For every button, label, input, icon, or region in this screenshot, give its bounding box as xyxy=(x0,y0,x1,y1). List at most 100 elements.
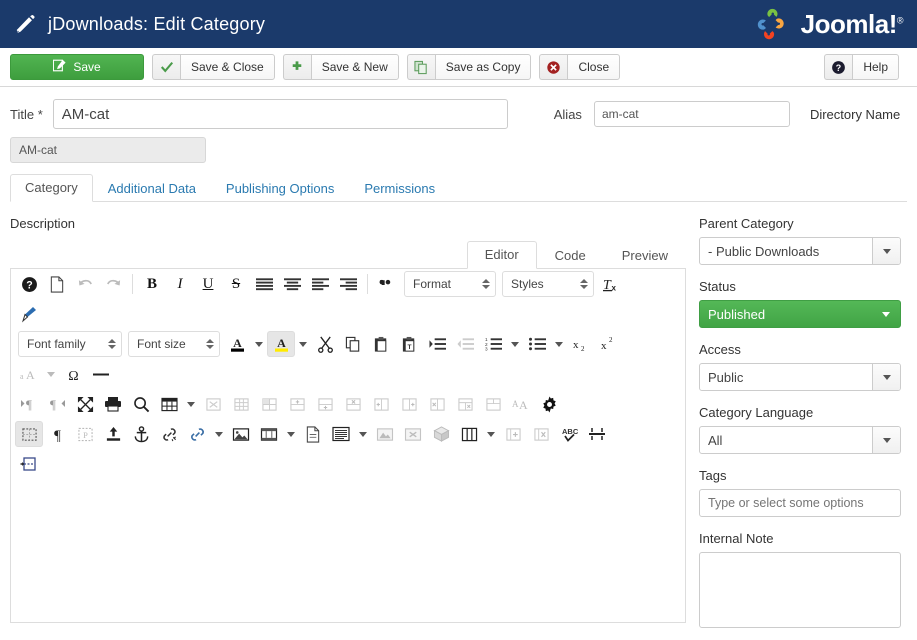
redo-icon[interactable] xyxy=(99,271,127,297)
internal-note-textarea[interactable] xyxy=(699,552,901,628)
tab-publishing-options[interactable]: Publishing Options xyxy=(211,175,349,202)
insert-readmore-icon[interactable] xyxy=(15,451,43,477)
media-dropdown-icon[interactable] xyxy=(283,421,299,447)
fullscreen-icon[interactable] xyxy=(71,391,99,417)
paste-as-text-icon[interactable]: T xyxy=(395,331,423,357)
page-break-icon[interactable] xyxy=(583,421,611,447)
insert-placeholder-icon[interactable]: P xyxy=(71,421,99,447)
delete-column-icon[interactable] xyxy=(423,391,451,417)
title-input[interactable] xyxy=(52,99,508,129)
columns-layout-icon[interactable] xyxy=(455,421,483,447)
text-color-dropdown-icon[interactable] xyxy=(251,331,267,357)
insert-column-before-icon[interactable] xyxy=(367,391,395,417)
save-as-new-button[interactable]: Save & New xyxy=(310,54,399,80)
tab-additional-data[interactable]: Additional Data xyxy=(93,175,211,202)
undo-icon[interactable] xyxy=(71,271,99,297)
ltr-direction-icon[interactable]: ¶ xyxy=(15,391,43,417)
delete-row-icon[interactable] xyxy=(339,391,367,417)
editor-content-area[interactable] xyxy=(11,479,685,611)
merge-cells-icon[interactable] xyxy=(479,391,507,417)
save-copy-button-group[interactable]: Save as Copy xyxy=(406,54,532,80)
parent-category-select[interactable]: - Public Downloads xyxy=(699,237,901,265)
tab-permissions[interactable]: Permissions xyxy=(349,175,450,202)
align-left-icon[interactable] xyxy=(306,271,334,297)
font-size-select[interactable]: Font size xyxy=(128,331,220,357)
print-icon[interactable] xyxy=(99,391,127,417)
remove-column-icon[interactable] xyxy=(527,421,555,447)
save-button-group[interactable]: Save xyxy=(10,54,144,80)
outdent-icon[interactable] xyxy=(451,331,479,357)
paste-icon[interactable] xyxy=(367,331,395,357)
copy-icon[interactable] xyxy=(339,331,367,357)
link-icon[interactable] xyxy=(183,421,211,447)
save-close-button-group[interactable]: Save & Close xyxy=(152,54,275,80)
background-color-icon[interactable]: A xyxy=(267,331,295,357)
show-borders-icon[interactable] xyxy=(15,421,43,447)
text-case-icon[interactable]: aA xyxy=(15,361,43,387)
insert-image-icon[interactable] xyxy=(227,421,255,447)
save-new-button-group[interactable]: Save & New xyxy=(282,54,399,80)
styles-select[interactable]: Styles xyxy=(502,271,594,297)
numbered-list-icon[interactable]: 123 xyxy=(479,331,507,357)
image-manager-icon[interactable] xyxy=(371,421,399,447)
rtl-direction-icon[interactable]: ¶ xyxy=(43,391,71,417)
insert-page-icon[interactable] xyxy=(299,421,327,447)
columns-dropdown-icon[interactable] xyxy=(483,421,499,447)
help-button[interactable]: Help xyxy=(852,54,899,80)
access-select[interactable]: Public xyxy=(699,363,901,391)
insert-column-icon[interactable] xyxy=(499,421,527,447)
font-family-select[interactable]: Font family xyxy=(18,331,122,357)
indent-icon[interactable] xyxy=(423,331,451,357)
tab-preview[interactable]: Preview xyxy=(604,242,686,269)
close-button[interactable]: Close xyxy=(567,54,621,80)
module-box-icon[interactable] xyxy=(427,421,455,447)
blockquote-icon[interactable] xyxy=(373,271,401,297)
tags-input[interactable] xyxy=(699,489,901,517)
source-code-dropdown-icon[interactable] xyxy=(355,421,371,447)
source-code-icon[interactable] xyxy=(327,421,355,447)
help-button-group[interactable]: ? Help xyxy=(824,54,899,80)
category-language-select[interactable]: All xyxy=(699,426,901,454)
insert-table-icon[interactable] xyxy=(155,391,183,417)
text-color-icon[interactable]: A xyxy=(223,331,251,357)
status-select[interactable]: Published xyxy=(699,300,901,328)
tab-category[interactable]: Category xyxy=(10,174,93,202)
help-icon[interactable]: ? xyxy=(15,271,43,297)
align-right-icon[interactable] xyxy=(334,271,362,297)
link-dropdown-icon[interactable] xyxy=(211,421,227,447)
bullet-list-dropdown-icon[interactable] xyxy=(551,331,567,357)
insert-row-after-icon[interactable] xyxy=(311,391,339,417)
strikethrough-icon[interactable]: S xyxy=(222,271,250,297)
numbered-list-dropdown-icon[interactable] xyxy=(507,331,523,357)
table-dropdown-icon[interactable] xyxy=(183,391,199,417)
new-document-icon[interactable] xyxy=(43,271,71,297)
italic-icon[interactable]: I xyxy=(166,271,194,297)
upload-icon[interactable] xyxy=(99,421,127,447)
horizontal-rule-icon[interactable] xyxy=(87,361,115,387)
underline-icon[interactable]: U xyxy=(194,271,222,297)
alias-input[interactable] xyxy=(593,101,790,127)
bullet-list-icon[interactable] xyxy=(523,331,551,357)
insert-row-before-icon[interactable] xyxy=(283,391,311,417)
align-justify-icon[interactable] xyxy=(250,271,278,297)
format-painter-icon[interactable] xyxy=(15,301,43,327)
insert-media-icon[interactable] xyxy=(255,421,283,447)
font-preview-icon[interactable]: AA xyxy=(507,391,535,417)
split-cell-icon[interactable] xyxy=(451,391,479,417)
clear-formatting-icon[interactable]: Tx xyxy=(597,271,625,297)
format-select[interactable]: Format xyxy=(404,271,496,297)
save-close-button[interactable]: Save & Close xyxy=(180,54,275,80)
text-case-dropdown-icon[interactable] xyxy=(43,361,59,387)
show-invisible-characters-icon[interactable]: ¶ xyxy=(43,421,71,447)
insert-column-after-icon[interactable] xyxy=(395,391,423,417)
superscript-icon[interactable]: x2 xyxy=(595,331,623,357)
close-button-group[interactable]: Close xyxy=(539,54,621,80)
align-center-icon[interactable] xyxy=(278,271,306,297)
table-cell-properties-icon[interactable] xyxy=(255,391,283,417)
tab-code[interactable]: Code xyxy=(537,242,604,269)
spellcheck-icon[interactable]: ABC xyxy=(555,421,583,447)
special-character-icon[interactable]: Ω xyxy=(59,361,87,387)
anchor-icon[interactable] xyxy=(127,421,155,447)
subscript-icon[interactable]: x2 xyxy=(567,331,595,357)
bold-icon[interactable]: B xyxy=(138,271,166,297)
